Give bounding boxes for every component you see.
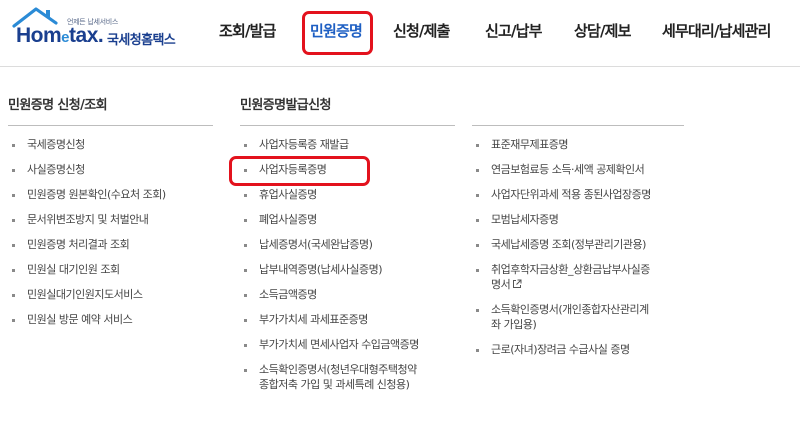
nav-item-report-pay[interactable]: 신고/납부 [485,20,542,41]
menu-item[interactable]: 국세증명신청 [8,137,213,162]
nav-item-inquiry-issue[interactable]: 조회/발급 [219,20,276,41]
menu-item[interactable]: 사실증명신청 [8,162,213,187]
nav-item-tax-agent[interactable]: 세무대리/납세관리 [662,20,771,41]
main-nav: 조회/발급 민원증명 신청/제출 신고/납부 상담/제보 세무대리/납세관리 [210,0,800,66]
menu-item[interactable]: 납부내역증명(납세사실증명) [240,262,455,277]
menu-item[interactable]: 소득확인증명서(청년우대형주택청약 종합저축 가입 및 과세특례 신청용) [240,362,455,392]
nav-item-consult-report[interactable]: 상담/제보 [574,20,631,41]
column-title-empty [472,94,684,114]
menu-item[interactable]: 민원증명 처리결과 조회 [8,237,213,262]
menu-item[interactable]: 연금보험료등 소득·세액 공제확인서 [472,162,684,177]
hometax-logo[interactable]: 언제든 납세서비스 Hometax. 국세청홈택스 [12,6,194,58]
menu-item[interactable]: 문서위변조방지 및 처벌안내 [8,212,213,237]
column-divider [472,125,684,126]
menu-column-issue-request: 민원증명발급신청 사업자등록증 재발급 사업자등록증명 휴업사실증명 폐업사실증… [240,94,455,402]
menu-item[interactable]: 폐업사실증명 [240,212,455,227]
menu-item[interactable]: 근로(자녀)장려금 수급사실 증명 [472,342,684,357]
menu-item[interactable]: 민원실 방문 예약 서비스 [8,312,213,337]
menu-column-apply-inquiry: 민원증명 신청/조회 국세증명신청 사실증명신청 민원증명 원본확인(수요처 조… [8,94,213,337]
menu-item[interactable]: 민원실대기인원지도서비스 [8,287,213,312]
menu-list: 국세증명신청 사실증명신청 민원증명 원본확인(수요처 조회) 문서위변조방지 … [8,137,213,337]
menu-item[interactable]: 소득확인증명서(개인종합자산관리계 좌 가입용) [472,302,684,332]
menu-item[interactable]: 표준재무제표증명 [472,137,684,152]
column-divider [240,125,455,126]
menu-column-issue-request-cont: 표준재무제표증명 연금보험료등 소득·세액 공제확인서 사업자단위과세 적용 종… [472,94,684,367]
menu-item[interactable]: 휴업사실증명 [240,187,455,202]
menu-item[interactable]: 민원실 대기인원 조회 [8,262,213,287]
menu-list: 사업자등록증 재발급 사업자등록증명 휴업사실증명 폐업사실증명 납세증명서(국… [240,137,455,392]
header-divider [0,66,800,67]
menu-item[interactable]: 취업후학자금상환_상환금납부사실증 명서 [472,262,684,292]
logo-wordmark: Hometax. [16,24,104,47]
menu-item[interactable]: 부가가치세 면세사업자 수입금액증명 [240,337,455,352]
logo-korean-name: 국세청홈택스 [107,33,176,48]
menu-item[interactable]: 국세납세증명 조회(정부관리기관용) [472,237,684,252]
column-title: 민원증명발급신청 [240,98,331,113]
menu-item[interactable]: 민원증명 원본확인(수요처 조회) [8,187,213,212]
menu-item[interactable]: 부가가치세 과세표준증명 [240,312,455,327]
column-title: 민원증명 신청/조회 [8,98,108,113]
external-link-icon [513,279,522,288]
nav-item-apply-submit[interactable]: 신청/제출 [393,20,450,41]
menu-item-business-registration-certificate[interactable]: 사업자등록증명 [240,162,455,177]
menu-item[interactable]: 소득금액증명 [240,287,455,302]
column-divider [8,125,213,126]
menu-item[interactable]: 사업자단위과세 적용 종된사업장증명 [472,187,684,202]
menu-item[interactable]: 모범납세자증명 [472,212,684,227]
menu-item[interactable]: 납세증명서(국세완납증명) [240,237,455,252]
menu-item[interactable]: 사업자등록증 재발급 [240,137,455,152]
nav-item-civil-certificates[interactable]: 민원증명 [310,20,363,41]
menu-list: 표준재무제표증명 연금보험료등 소득·세액 공제확인서 사업자단위과세 적용 종… [472,137,684,357]
site-header: 언제든 납세서비스 Hometax. 국세청홈택스 조회/발급 민원증명 신청/… [0,0,800,66]
